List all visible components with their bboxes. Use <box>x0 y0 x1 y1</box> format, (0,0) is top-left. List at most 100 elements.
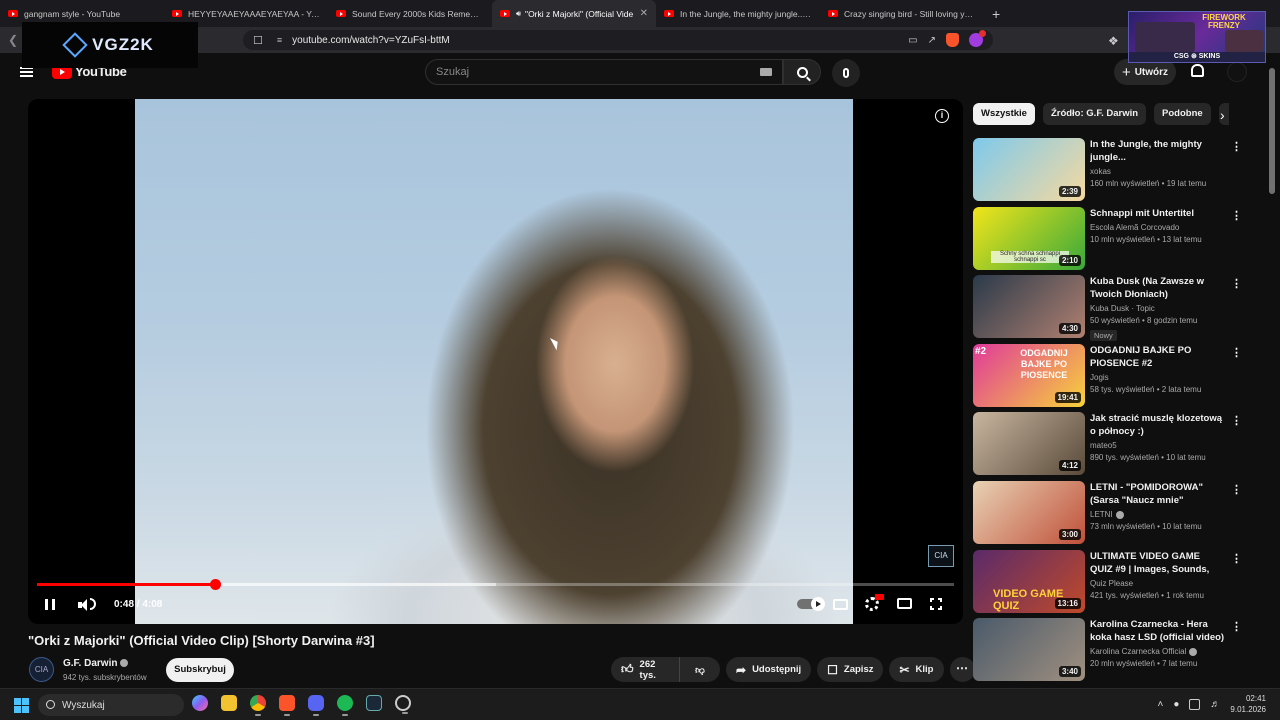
recommendation-title[interactable]: ODGADNIJ BAJKE PO PIOSENCE #2 <box>1090 344 1225 370</box>
recommendation-item[interactable]: VIDEO GAME QUIZ 13:16 ULTIMATE VIDEO GAME … <box>973 549 1253 618</box>
video-thumbnail[interactable]: 3:40 <box>973 618 1085 682</box>
speaker-icon[interactable]: ♬ <box>1210 699 1220 710</box>
recommendation-item[interactable]: #2 ODGADNIJ BAJKE PO PIOSENCE 19:41 ODGADNI… <box>973 343 1253 412</box>
recommendation-channel[interactable]: LETNI <box>1090 510 1124 519</box>
save-button[interactable]: ☐ Zapisz <box>817 657 884 682</box>
recommendation-item[interactable]: 4:12 Jak stracić muszlę klozetową o półno… <box>973 411 1253 480</box>
video-thumbnail[interactable]: Schny schna schnappi schnappi sc 2:10 <box>973 206 1085 270</box>
brave-rewards-icon[interactable] <box>969 30 986 47</box>
site-settings-icon[interactable]: ≡ <box>277 35 282 45</box>
notifications-bell-icon[interactable] <box>1191 64 1204 77</box>
recommendation-title[interactable]: Schnappi mit Untertitel <box>1090 207 1225 220</box>
recommendation-title[interactable]: LETNI - "POMIDOROWA"(Sarsa "Naucz mnie" … <box>1090 481 1225 508</box>
address-bar[interactable]: ☐ ≡ youtube.com/watch?v=YZuFsI-bttM ▭ ↗ <box>243 30 993 50</box>
video-frame[interactable] <box>135 99 853 624</box>
recommendation-channel[interactable]: Jogis <box>1090 373 1109 382</box>
video-thumbnail[interactable]: #2 ODGADNIJ BAJKE PO PIOSENCE 19:41 <box>973 343 1085 407</box>
recommendation-item[interactable]: 3:40 Karolina Czarnecka - Hera koka hasz … <box>973 617 1253 686</box>
recommendation-channel[interactable]: Escola Alemã Corcovado <box>1090 223 1179 232</box>
search-input[interactable]: Szukaj <box>425 59 783 85</box>
steam-icon[interactable] <box>366 695 382 711</box>
browser-tab[interactable]: Sound Every 2000s Kids Remember <box>328 0 492 27</box>
recommendation-channel[interactable]: Quiz Please <box>1090 579 1133 588</box>
subscribe-button[interactable]: Subskrybuj <box>166 658 234 682</box>
filter-chip[interactable]: Źródło: G.F. Darwin <box>1042 103 1147 125</box>
recommendation-title[interactable]: Jak stracić muszlę klozetową o północy :… <box>1090 412 1225 438</box>
video-thumbnail[interactable]: 4:12 <box>973 412 1085 476</box>
more-options-icon[interactable]: ⋮ <box>1231 620 1242 633</box>
browser-tab[interactable]: In the Jungle, the mighty jungle... - Y <box>656 0 820 27</box>
progress-bar[interactable] <box>37 579 954 590</box>
video-thumbnail[interactable]: 2:39 <box>973 138 1085 201</box>
file-explorer-icon[interactable] <box>221 695 237 711</box>
tray-chevron-up-icon[interactable]: ˄ <box>1158 699 1164 710</box>
channel-avatar[interactable]: CIA <box>29 657 54 682</box>
microphone-tray-icon[interactable]: ● <box>1173 699 1179 710</box>
obs-icon[interactable] <box>395 695 411 714</box>
audio-playing-icon[interactable]: 🔊︎ <box>516 9 521 19</box>
more-options-icon[interactable]: ⋮ <box>1231 483 1242 496</box>
hamburger-menu-icon[interactable] <box>20 67 33 77</box>
search-button[interactable] <box>783 59 821 85</box>
recommendation-item[interactable]: 2:39 In the Jungle, the mighty jungle... x… <box>973 137 1253 206</box>
more-options-icon[interactable]: ⋮ <box>1231 140 1242 153</box>
subtitles-icon[interactable] <box>833 599 848 610</box>
copilot-icon[interactable] <box>192 695 208 711</box>
channel-name[interactable]: G.F. Darwin <box>63 658 129 669</box>
share-button[interactable]: ➦ Udostępnij <box>726 657 812 682</box>
more-options-icon[interactable]: ⋮ <box>1231 552 1242 565</box>
like-button[interactable]: 👍︎ 262 tys. <box>611 657 680 682</box>
filter-chip[interactable]: Wszystkie <box>973 103 1035 125</box>
recommendation-title[interactable]: In the Jungle, the mighty jungle... <box>1090 138 1225 164</box>
new-tab-button[interactable]: + <box>992 6 1000 22</box>
windows-start-icon[interactable] <box>14 698 29 713</box>
scrollbar[interactable] <box>1269 68 1275 194</box>
video-thumbnail[interactable]: VIDEO GAME QUIZ 13:16 <box>973 549 1085 613</box>
recommendation-item[interactable]: 3:00 LETNI - "POMIDOROWA"(Sarsa "Naucz mn… <box>973 480 1253 549</box>
chrome-icon[interactable] <box>250 695 266 716</box>
recommendation-channel[interactable]: Karolina Czarnecka Official <box>1090 647 1198 656</box>
clip-button[interactable]: ✂ Klip <box>889 657 944 682</box>
bookmark-icon[interactable]: ☐ <box>253 34 263 47</box>
recommendation-title[interactable]: Kuba Dusk (Na Zawsze w Twoich Dłoniach) <box>1090 275 1225 301</box>
video-thumbnail[interactable]: 3:00 <box>973 480 1085 544</box>
autoplay-toggle[interactable] <box>797 597 825 611</box>
taskbar-search[interactable]: Wyszukaj <box>38 694 184 716</box>
channel-watermark[interactable]: CIA <box>928 545 954 567</box>
recommendation-title[interactable]: ULTIMATE VIDEO GAME QUIZ #9 | Images, So… <box>1090 550 1225 577</box>
video-player[interactable]: i CIA 0:48 / 4:08 <box>28 99 963 624</box>
recommendation-item[interactable]: Schny schna schnappi schnappi sc 2:10 Schn… <box>973 206 1253 275</box>
brave-icon[interactable] <box>279 695 295 716</box>
recommendation-title[interactable]: Karolina Czarnecka - Hera koka hasz LSD … <box>1090 618 1225 644</box>
discord-icon[interactable] <box>308 695 324 716</box>
recommendation-channel[interactable]: xokas <box>1090 167 1111 176</box>
fullscreen-icon[interactable] <box>930 598 942 610</box>
recommendation-item[interactable]: 4:30 Kuba Dusk (Na Zawsze w Twoich Dłonia… <box>973 274 1253 343</box>
keyboard-icon[interactable] <box>760 68 772 76</box>
cast-icon[interactable]: ▭ <box>908 35 917 46</box>
network-icon[interactable] <box>1189 698 1201 710</box>
filter-chip[interactable]: Podobne <box>1154 103 1211 125</box>
dislike-button[interactable]: 👎︎ <box>680 657 720 682</box>
account-avatar[interactable] <box>1227 62 1247 82</box>
channel-name-text[interactable]: G.F. Darwin <box>63 658 117 669</box>
more-options-icon[interactable]: ⋮ <box>1231 346 1242 359</box>
more-options-icon[interactable]: ⋮ <box>1231 414 1242 427</box>
brave-shield-icon[interactable] <box>946 33 959 47</box>
voice-search-button[interactable] <box>832 59 860 87</box>
video-thumbnail[interactable]: 4:30 <box>973 275 1085 339</box>
more-actions-icon[interactable]: ⋯ <box>949 657 975 682</box>
back-icon[interactable]: ❮ <box>8 33 18 47</box>
close-tab-icon[interactable]: ✕ <box>640 8 648 19</box>
more-options-icon[interactable]: ⋮ <box>1231 277 1242 290</box>
recommendation-channel[interactable]: mateo5 <box>1090 441 1117 450</box>
pause-icon[interactable] <box>45 599 55 610</box>
more-options-icon[interactable]: ⋮ <box>1231 209 1242 222</box>
share-icon[interactable]: ↗ <box>928 35 936 46</box>
browser-tab[interactable]: Crazy singing bird - Still loving you [ <box>820 0 984 27</box>
spotify-icon[interactable] <box>337 695 353 716</box>
extensions-icon[interactable]: ❖ <box>1108 34 1119 48</box>
clock[interactable]: 02:41 9.01.2026 <box>1230 693 1266 715</box>
recommendation-channel[interactable]: Kuba Dusk · Topic <box>1090 304 1155 313</box>
info-icon[interactable]: i <box>935 109 949 123</box>
